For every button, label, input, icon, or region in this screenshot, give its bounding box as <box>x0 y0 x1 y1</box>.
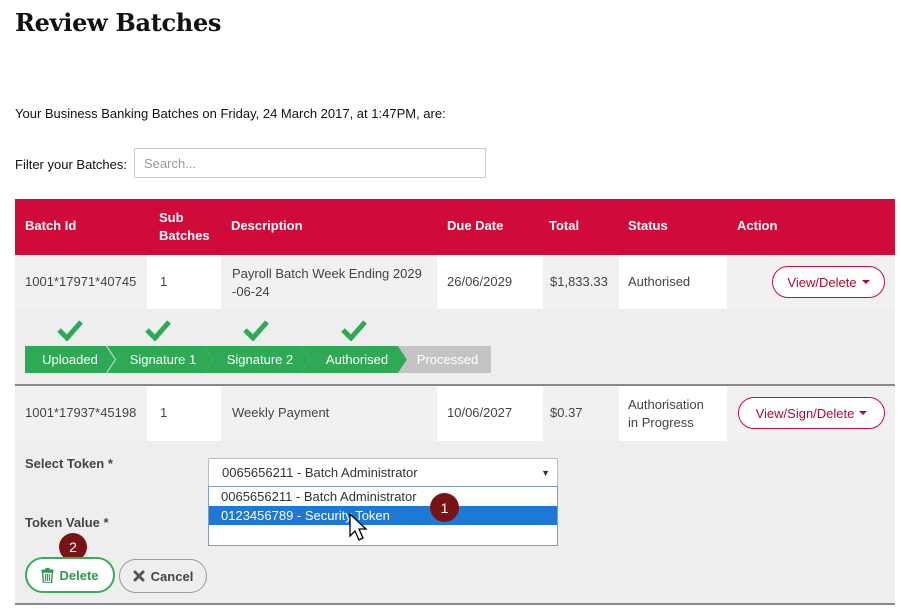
cell-sub-batches: 1 <box>160 274 168 289</box>
caret-down-icon <box>859 411 868 415</box>
row-divider <box>15 603 895 605</box>
cell-total: $0.37 <box>550 405 583 420</box>
step-marker-1: 1 <box>430 493 459 522</box>
filter-label: Filter your Batches: <box>15 157 127 172</box>
status-text: Authorisation in Progress <box>628 396 704 432</box>
delete-button[interactable]: Delete <box>25 557 115 593</box>
token-option[interactable]: 0065656211 - Batch Administrator <box>209 487 557 506</box>
header-sub-batches-line1: Sub <box>159 210 184 225</box>
view-delete-button[interactable]: View/Delete <box>772 266 885 298</box>
view-delete-label: View/Delete <box>787 274 857 290</box>
close-icon <box>133 570 145 582</box>
check-icon <box>243 320 269 341</box>
batch-progress: Uploaded Signature 1 Signature 2 Authori… <box>15 309 895 385</box>
header-action: Action <box>737 218 778 233</box>
view-sign-delete-button[interactable]: View/Sign/Delete <box>738 397 885 429</box>
cell-description: Weekly Payment <box>232 405 330 420</box>
token-form: Select Token * 0065656211 - Batch Admini… <box>15 441 895 605</box>
cell-sub-batches: 1 <box>160 405 168 420</box>
step-uploaded: Uploaded <box>25 346 115 373</box>
caret-down-icon <box>861 280 870 284</box>
header-due-date[interactable]: Due Date <box>447 218 503 233</box>
cell-batch-id: 1001*17971*40745 <box>25 274 137 289</box>
mouse-cursor-icon <box>349 513 368 541</box>
cell-total: $1,833.33 <box>550 274 608 289</box>
token-value-label: Token Value * <box>25 515 109 530</box>
token-select-value: 0065656211 - Batch Administrator <box>222 465 418 480</box>
cell-description-line1: Payroll Batch Week Ending 2029 <box>232 266 422 281</box>
status-line1: Authorisation <box>628 397 704 412</box>
cell-due-date: 10/06/2027 <box>447 405 513 420</box>
cell-description: Payroll Batch Week Ending 2029 -06-24 <box>232 265 422 301</box>
status-line2: in Progress <box>628 415 694 430</box>
header-batch-id[interactable]: Batch Id <box>25 218 76 233</box>
check-icon <box>341 320 367 341</box>
check-icon <box>145 320 171 341</box>
cell-due-date: 26/06/2029 <box>447 274 513 289</box>
cancel-label: Cancel <box>150 568 194 584</box>
header-sub-batches[interactable]: Sub Batches <box>159 209 210 245</box>
step-signature-2: Signature 2 <box>204 346 310 373</box>
page-title: Review Batches <box>15 8 222 37</box>
header-description[interactable]: Description <box>231 218 303 233</box>
select-token-label: Select Token * <box>25 456 113 471</box>
status-text: Authorised <box>628 274 691 289</box>
dropdown-arrow-icon: ▼ <box>541 468 550 478</box>
batches-table: Batch Id Sub Batches Description Due Date… <box>15 199 895 605</box>
token-select[interactable]: 0065656211 - Batch Administrator ▼ <box>208 458 558 487</box>
token-option-highlighted[interactable]: 0123456789 - Security Token <box>209 506 557 525</box>
cell-description-line2: -06-24 <box>232 284 270 299</box>
view-sign-delete-label: View/Sign/Delete <box>755 405 855 421</box>
table-row: 1001*17937*45198 1 Weekly Payment 10/06/… <box>15 386 895 441</box>
header-sub-batches-line2: Batches <box>159 228 210 243</box>
delete-label: Delete <box>59 567 99 583</box>
trash-icon <box>41 567 54 583</box>
table-row: 1001*17971*40745 1 Payroll Batch Week En… <box>15 255 895 309</box>
token-dropdown-list: 0065656211 - Batch Administrator 0123456… <box>208 486 558 546</box>
cell-batch-id: 1001*17937*45198 <box>25 405 137 420</box>
step-signature-1: Signature 1 <box>107 346 213 373</box>
batches-intro: Your Business Banking Batches on Friday,… <box>15 106 446 121</box>
check-icon <box>57 320 83 341</box>
step-processed: Processed <box>398 346 491 373</box>
cancel-button[interactable]: Cancel <box>119 559 207 593</box>
header-status[interactable]: Status <box>628 218 668 233</box>
search-input[interactable] <box>134 148 486 178</box>
header-total[interactable]: Total <box>549 218 579 233</box>
step-authorised: Authorised <box>301 346 407 373</box>
table-header: Batch Id Sub Batches Description Due Date… <box>15 199 895 255</box>
